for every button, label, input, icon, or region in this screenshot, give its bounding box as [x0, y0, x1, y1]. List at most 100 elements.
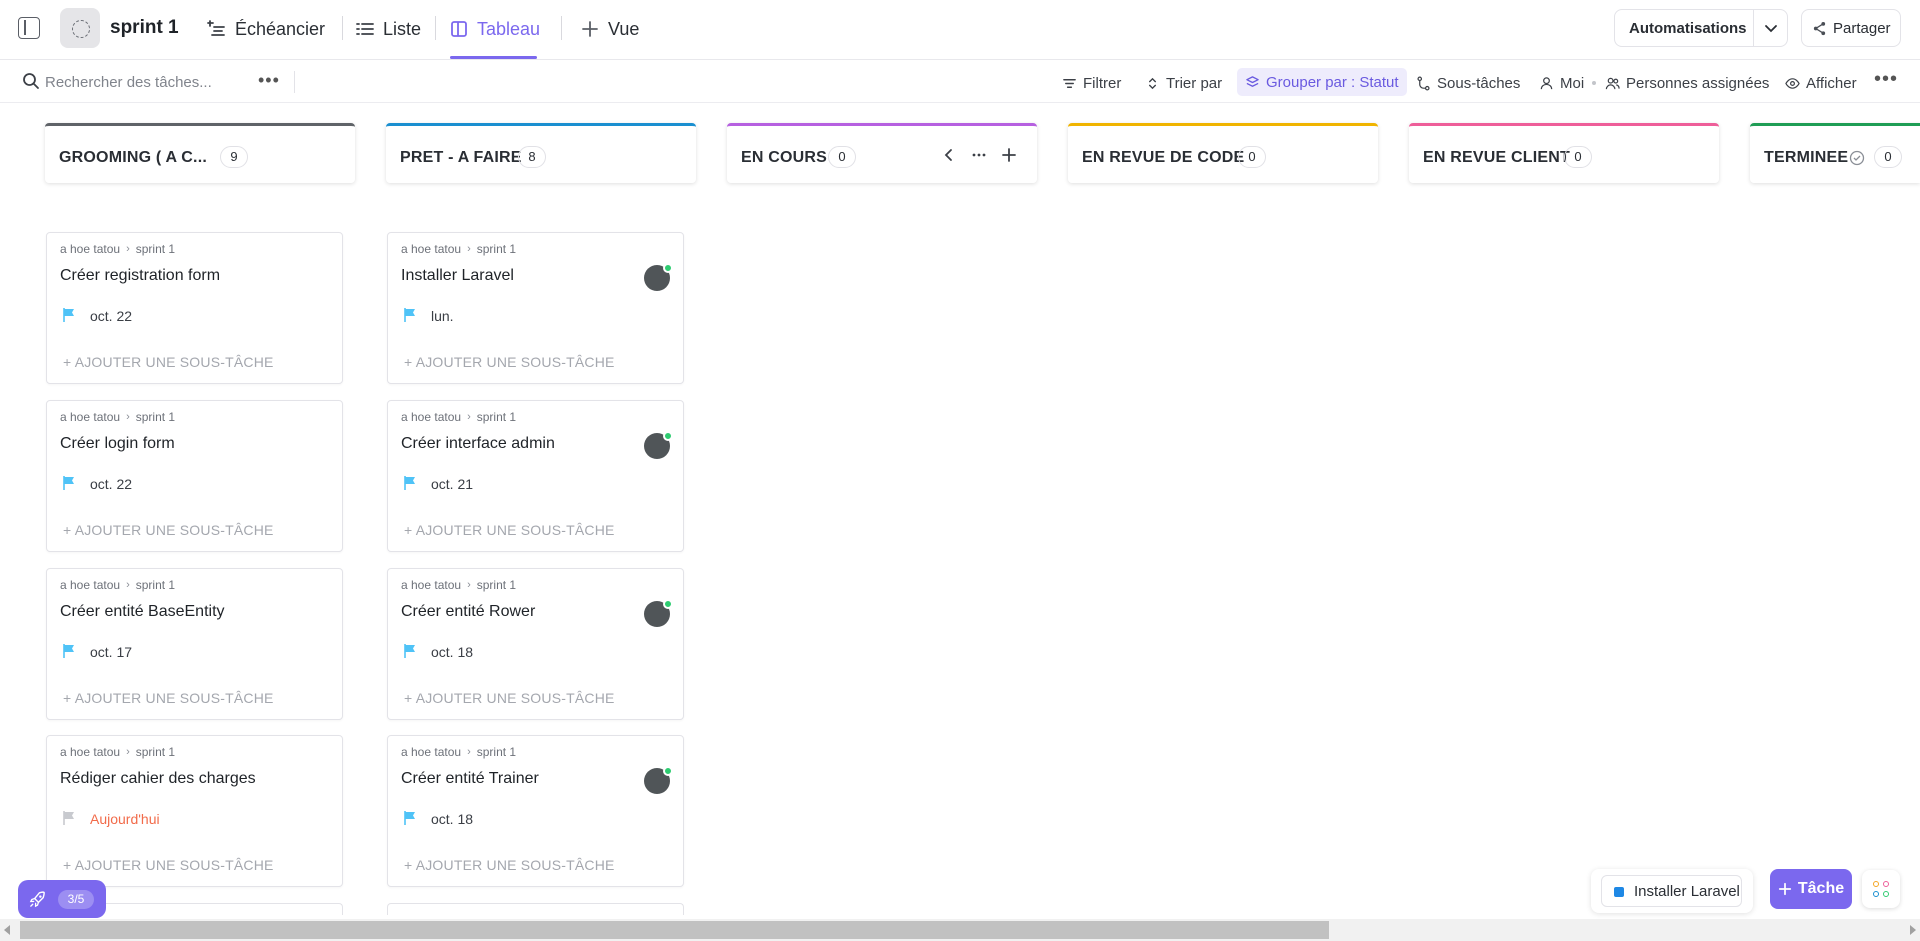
due-date[interactable]: oct. 18 [431, 811, 473, 827]
column-count-badge: 0 [828, 146, 856, 168]
space-name: a hoe tatou [401, 410, 462, 424]
task-card[interactable]: a hoe tatou › sprint 1 Créer entité Traine… [387, 735, 684, 887]
task-breadcrumb: a hoe tatou › sprint 1 [60, 242, 175, 256]
assignee-avatar[interactable] [644, 263, 673, 291]
column-title: EN REVUE CLIENT [1423, 149, 1571, 166]
scroll-right-arrow-icon[interactable] [1910, 925, 1916, 935]
tab-divider [435, 16, 436, 40]
add-subtask-button[interactable]: + AJOUTER UNE SOUS-TÂCHE [404, 522, 615, 538]
add-subtask-button[interactable]: + AJOUTER UNE SOUS-TÂCHE [404, 690, 615, 706]
chevron-down-icon[interactable] [1763, 20, 1779, 36]
assignee-avatar[interactable] [644, 599, 673, 627]
add-subtask-button[interactable]: + AJOUTER UNE SOUS-TÂCHE [404, 857, 615, 873]
column-header-grooming[interactable]: GROOMING ( A C... 9 [45, 123, 355, 183]
priority-flag-icon[interactable] [62, 307, 76, 323]
onboarding-progress: 3/5 [58, 890, 94, 909]
due-date[interactable]: oct. 21 [431, 476, 473, 492]
apps-grid-button[interactable] [1862, 870, 1900, 908]
due-date[interactable]: Aujourd'hui [90, 811, 160, 827]
task-card[interactable]: a hoe tatou › sprint 1 Créer login form oc… [46, 400, 343, 552]
onboarding-checklist-button[interactable]: 3/5 [18, 880, 106, 918]
scrollbar-thumb[interactable] [20, 921, 1329, 939]
task-name[interactable]: Installer Laravel [401, 267, 514, 285]
due-date[interactable]: oct. 22 [90, 476, 132, 492]
sidebar-toggle-icon[interactable] [18, 17, 40, 39]
list-status-icon[interactable] [60, 8, 100, 48]
search-input[interactable] [45, 69, 245, 95]
add-subtask-button[interactable]: + AJOUTER UNE SOUS-TÂCHE [63, 354, 274, 370]
task-breadcrumb: a hoe tatou › sprint 1 [401, 578, 516, 592]
add-subtask-button[interactable]: + AJOUTER UNE SOUS-TÂCHE [63, 522, 274, 538]
rocket-icon [29, 891, 45, 908]
column-header-en-revue-client[interactable]: EN REVUE CLIENT 0 [1409, 123, 1719, 183]
priority-flag-icon[interactable] [62, 810, 76, 826]
column-header-pret-a-faire[interactable]: PRET - A FAIRE 8 [386, 123, 696, 183]
due-date[interactable]: oct. 18 [431, 644, 473, 660]
add-subtask-button[interactable]: + AJOUTER UNE SOUS-TÂCHE [63, 857, 274, 873]
list-name: sprint 1 [135, 410, 176, 424]
collapse-column-icon[interactable] [941, 147, 957, 163]
automations-label: Automatisations [1629, 20, 1747, 37]
search-options-icon[interactable]: ••• [258, 70, 280, 91]
list-title[interactable]: sprint 1 [110, 17, 179, 39]
show-button[interactable]: Afficher [1785, 71, 1857, 95]
add-task-icon[interactable] [1001, 147, 1017, 163]
task-name[interactable]: Créer entité Rower [401, 603, 535, 621]
sort-button[interactable]: Trier par [1145, 71, 1222, 95]
task-name[interactable]: Créer entité BaseEntity [60, 603, 225, 621]
column-header-en-cours[interactable]: EN COURS 0 [727, 123, 1037, 183]
group-by-button[interactable]: Grouper par : Statut [1237, 68, 1407, 96]
task-name[interactable]: Créer entité Trainer [401, 770, 539, 788]
new-task-button[interactable]: Tâche [1770, 869, 1852, 909]
list-name: sprint 1 [476, 578, 517, 592]
task-card-partial[interactable] [387, 903, 684, 915]
task-card[interactable]: a hoe tatou › sprint 1 Créer interface adm… [387, 400, 684, 552]
due-date[interactable]: oct. 17 [90, 644, 132, 660]
scroll-left-arrow-icon[interactable] [4, 925, 10, 935]
tab-tableau[interactable]: Tableau [449, 17, 540, 41]
share-button[interactable]: Partager [1801, 9, 1901, 47]
due-date[interactable]: lun. [431, 308, 454, 324]
automations-button[interactable]: Automatisations [1614, 9, 1788, 47]
priority-flag-icon[interactable] [403, 810, 417, 826]
assignee-avatar[interactable] [644, 431, 673, 459]
filter-button[interactable]: Filtrer [1062, 71, 1121, 95]
column-header-terminee[interactable]: TERMINEE 0 [1750, 123, 1920, 183]
task-card[interactable]: a hoe tatou › sprint 1 Installer Laravel l… [387, 232, 684, 384]
add-subtask-button[interactable]: + AJOUTER UNE SOUS-TÂCHE [404, 354, 615, 370]
task-name[interactable]: Créer registration form [60, 267, 220, 285]
task-card[interactable]: a hoe tatou › sprint 1 Rédiger cahier des … [46, 735, 343, 887]
breadcrumb-chevron-icon: › [126, 411, 130, 423]
task-card[interactable]: a hoe tatou › sprint 1 Créer registration … [46, 232, 343, 384]
tab-echeancier[interactable]: Échéancier [207, 17, 325, 41]
priority-flag-icon[interactable] [403, 643, 417, 659]
priority-flag-icon[interactable] [403, 475, 417, 491]
add-view-button[interactable]: Vue [580, 17, 639, 41]
assignee-avatar[interactable] [644, 766, 673, 794]
space-name: a hoe tatou [60, 745, 121, 759]
column-menu-icon[interactable] [971, 147, 987, 163]
more-options-icon[interactable]: ••• [1874, 68, 1898, 91]
new-task-label: Tâche [1797, 880, 1845, 897]
tray-task-item[interactable]: Installer Laravel [1601, 875, 1742, 907]
online-status-dot [663, 599, 673, 609]
task-name[interactable]: Rédiger cahier des charges [60, 770, 256, 788]
assignees-button[interactable]: Personnes assignées [1605, 71, 1769, 95]
task-name[interactable]: Créer login form [60, 435, 175, 453]
separator-dot [1592, 81, 1596, 85]
horizontal-scrollbar[interactable] [0, 919, 1920, 941]
me-filter-button[interactable]: Moi [1539, 71, 1584, 95]
task-card[interactable]: a hoe tatou › sprint 1 Créer entité BaseEn… [46, 568, 343, 720]
priority-flag-icon[interactable] [62, 643, 76, 659]
subtasks-button[interactable]: Sous-tâches [1416, 71, 1520, 95]
priority-flag-icon[interactable] [403, 307, 417, 323]
priority-flag-icon[interactable] [62, 475, 76, 491]
breadcrumb-chevron-icon: › [467, 579, 471, 591]
task-name[interactable]: Créer interface admin [401, 435, 555, 453]
task-card[interactable]: a hoe tatou › sprint 1 Créer entité Rower … [387, 568, 684, 720]
tab-liste[interactable]: Liste [355, 17, 421, 41]
due-date[interactable]: oct. 22 [90, 308, 132, 324]
column-header-en-revue-de-code[interactable]: EN REVUE DE CODE 0 [1068, 123, 1378, 183]
add-subtask-button[interactable]: + AJOUTER UNE SOUS-TÂCHE [63, 690, 274, 706]
app-dot-icon [1873, 881, 1879, 887]
